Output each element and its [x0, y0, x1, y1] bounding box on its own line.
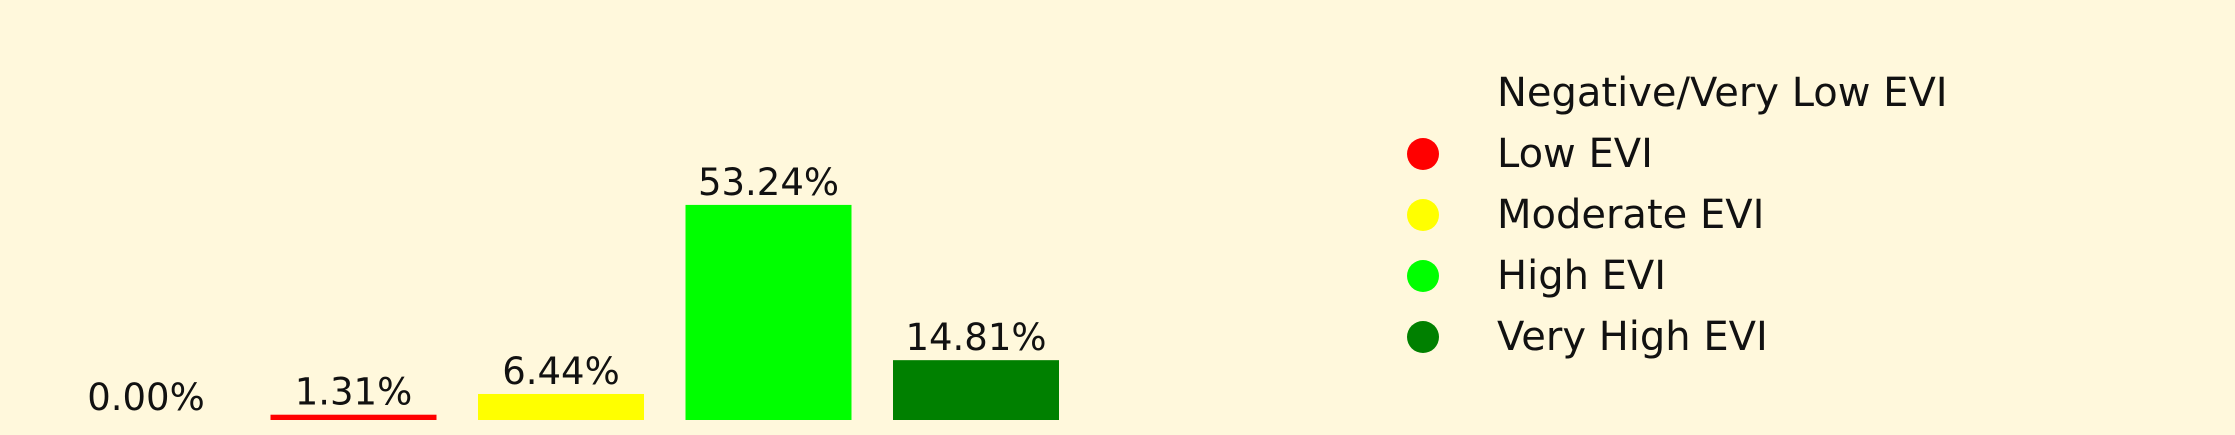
bar-3 [685, 204, 852, 420]
bar-value-label-0: 0.00% [87, 376, 205, 419]
legend-swatch-low [1407, 137, 1439, 170]
bar-1 [270, 414, 437, 420]
evi-bar-chart: 0.00% 1.31% 6.44% 53.24% 14.81% [87, 161, 1059, 420]
bar-2 [478, 393, 644, 420]
legend-label: High EVI [1497, 252, 1667, 299]
legend-swatch-very-high [1407, 320, 1439, 353]
bar-value-label-1: 1.31% [295, 371, 413, 414]
legend-item-moderate: Moderate EVI [1395, 184, 2035, 245]
legend-item-very-high: Very High EVI [1395, 306, 2035, 367]
legend-swatch-negative-very-low [1407, 76, 1439, 109]
legend-item-high: High EVI [1395, 245, 2035, 306]
legend-label: Very High EVI [1497, 313, 1768, 360]
legend-swatch-moderate [1407, 198, 1439, 231]
bar-value-label-2: 6.44% [502, 350, 620, 393]
legend-swatch-high [1407, 259, 1439, 292]
bar-value-label-3: 53.24% [698, 161, 839, 204]
legend-item-negative-very-low: Negative/Very Low EVI [1395, 62, 2035, 123]
legend-label: Low EVI [1497, 130, 1653, 177]
legend-label: Moderate EVI [1497, 191, 1765, 238]
bar-4 [893, 360, 1059, 420]
chart-legend: Negative/Very Low EVI Low EVI Moderate E… [1395, 62, 2035, 367]
bar-value-label-4: 14.81% [905, 316, 1046, 359]
legend-item-low: Low EVI [1395, 123, 2035, 184]
legend-label: Negative/Very Low EVI [1497, 69, 1948, 116]
